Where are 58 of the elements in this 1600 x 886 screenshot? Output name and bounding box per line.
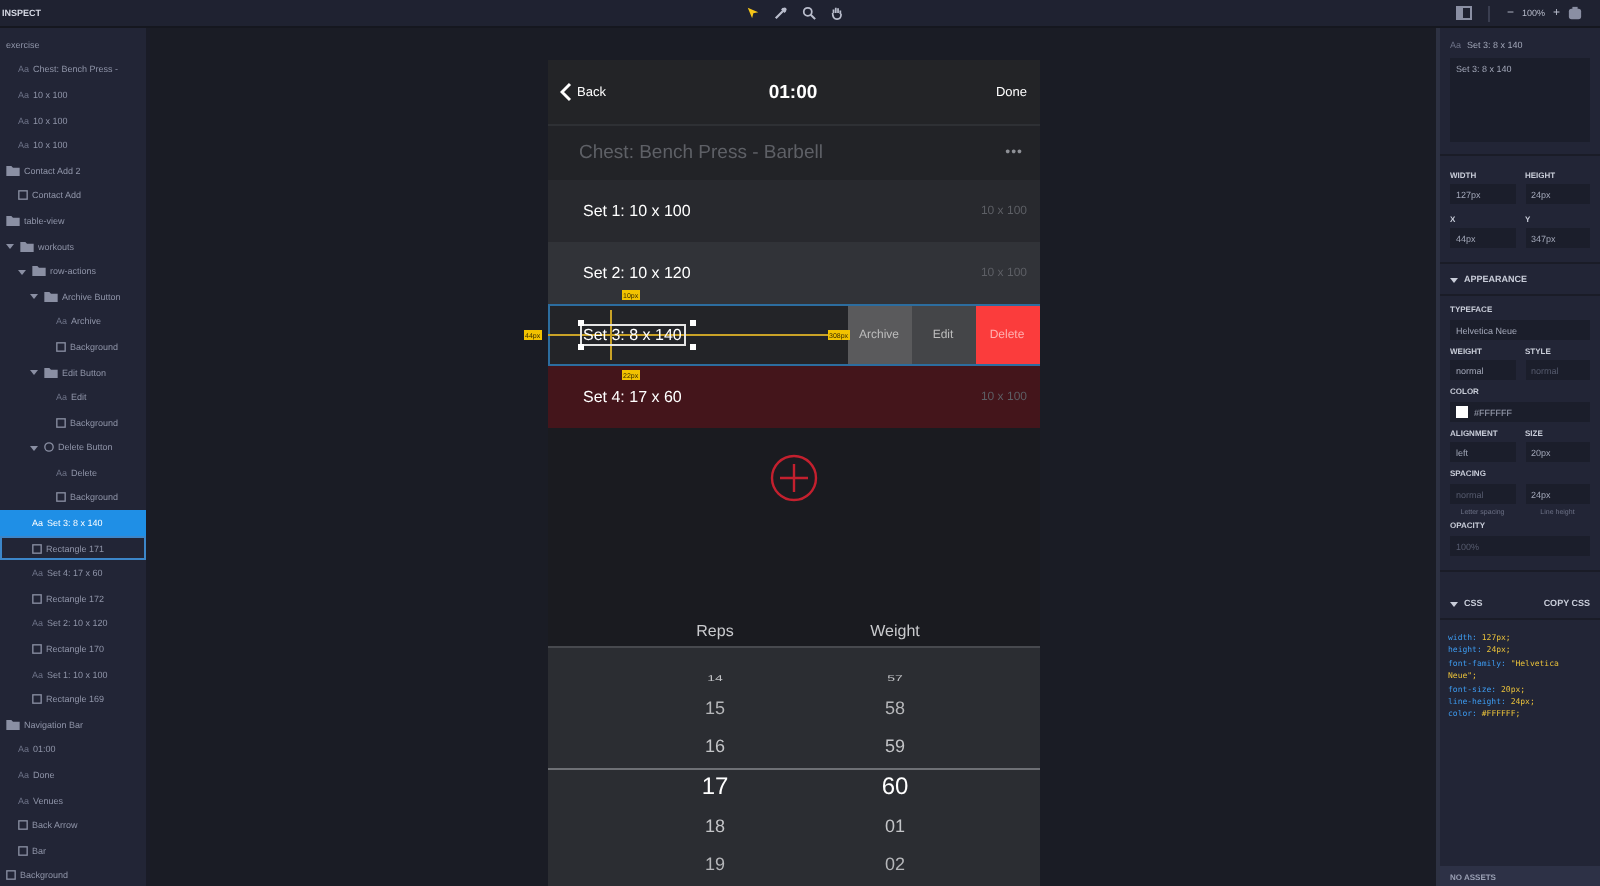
set-label: Set 4: 17 x 60: [581, 388, 684, 406]
panel-icon[interactable]: [1456, 6, 1473, 20]
rectangle-icon: [18, 820, 28, 831]
resize-handle[interactable]: [689, 320, 695, 326]
exercise-title: Chest: Bench Press - Barbell: [579, 142, 823, 164]
folder-icon: [44, 367, 58, 378]
rectangle-icon: [32, 644, 42, 655]
rectangle-icon: [56, 492, 66, 503]
resize-handle[interactable]: [577, 320, 583, 326]
folder-icon: [6, 165, 20, 176]
rectangle-icon: [6, 870, 16, 881]
hand-icon: [829, 6, 843, 20]
folder-icon: [6, 215, 20, 226]
chevron-left-icon: [559, 82, 571, 102]
picker-value[interactable]: 15: [704, 690, 725, 728]
plus-circle-icon: [769, 454, 817, 502]
folder-icon: [6, 719, 20, 730]
add-button[interactable]: [769, 454, 817, 502]
search-icon: [801, 6, 815, 20]
rectangle-icon: [18, 190, 28, 201]
pointer-icon: [745, 6, 759, 20]
eyedropper-tool[interactable]: [772, 5, 788, 21]
picker-label: Reps: [696, 621, 734, 639]
eyedropper-icon: [773, 6, 787, 20]
caret-icon[interactable]: [6, 242, 14, 251]
picker-label: Weight: [870, 621, 920, 639]
picker-value[interactable]: 19: [704, 846, 725, 884]
caret-icon[interactable]: [18, 267, 26, 276]
caret-icon[interactable]: [1450, 599, 1458, 607]
resize-handle[interactable]: [577, 344, 583, 350]
box-icon[interactable]: [1568, 6, 1582, 20]
rectangle-icon: [56, 341, 66, 352]
caret-icon[interactable]: [30, 292, 38, 301]
caret-icon[interactable]: [1450, 275, 1458, 283]
set-label: Set 2: 10 x 120: [581, 264, 693, 282]
caret-icon[interactable]: [30, 443, 38, 452]
set-label: Set 1: 10 x 100: [581, 202, 693, 220]
picker-value[interactable]: 02: [884, 846, 905, 884]
circle-icon: [44, 442, 54, 453]
picker-value[interactable]: 59: [884, 728, 905, 766]
picker-value[interactable]: 16: [704, 728, 725, 766]
rectangle-icon: [32, 543, 42, 554]
pointer-tool[interactable]: [744, 5, 760, 21]
picker-value[interactable]: 58: [884, 690, 905, 728]
picker-value[interactable]: 17: [701, 766, 729, 808]
hand-tool[interactable]: [828, 5, 844, 21]
rectangle-icon: [32, 694, 42, 705]
color-swatch: [1456, 406, 1468, 418]
timer-title: 01:00: [766, 81, 820, 103]
rectangle-icon: [18, 845, 28, 856]
rectangle-icon: [56, 417, 66, 428]
caret-icon[interactable]: [30, 368, 38, 377]
picker-value[interactable]: 60: [881, 766, 909, 808]
picker-value[interactable]: 01: [884, 808, 905, 846]
rectangle-icon: [32, 593, 42, 604]
search-tool[interactable]: [800, 5, 816, 21]
picker-value[interactable]: 18: [704, 808, 725, 846]
resize-handle[interactable]: [689, 344, 695, 350]
